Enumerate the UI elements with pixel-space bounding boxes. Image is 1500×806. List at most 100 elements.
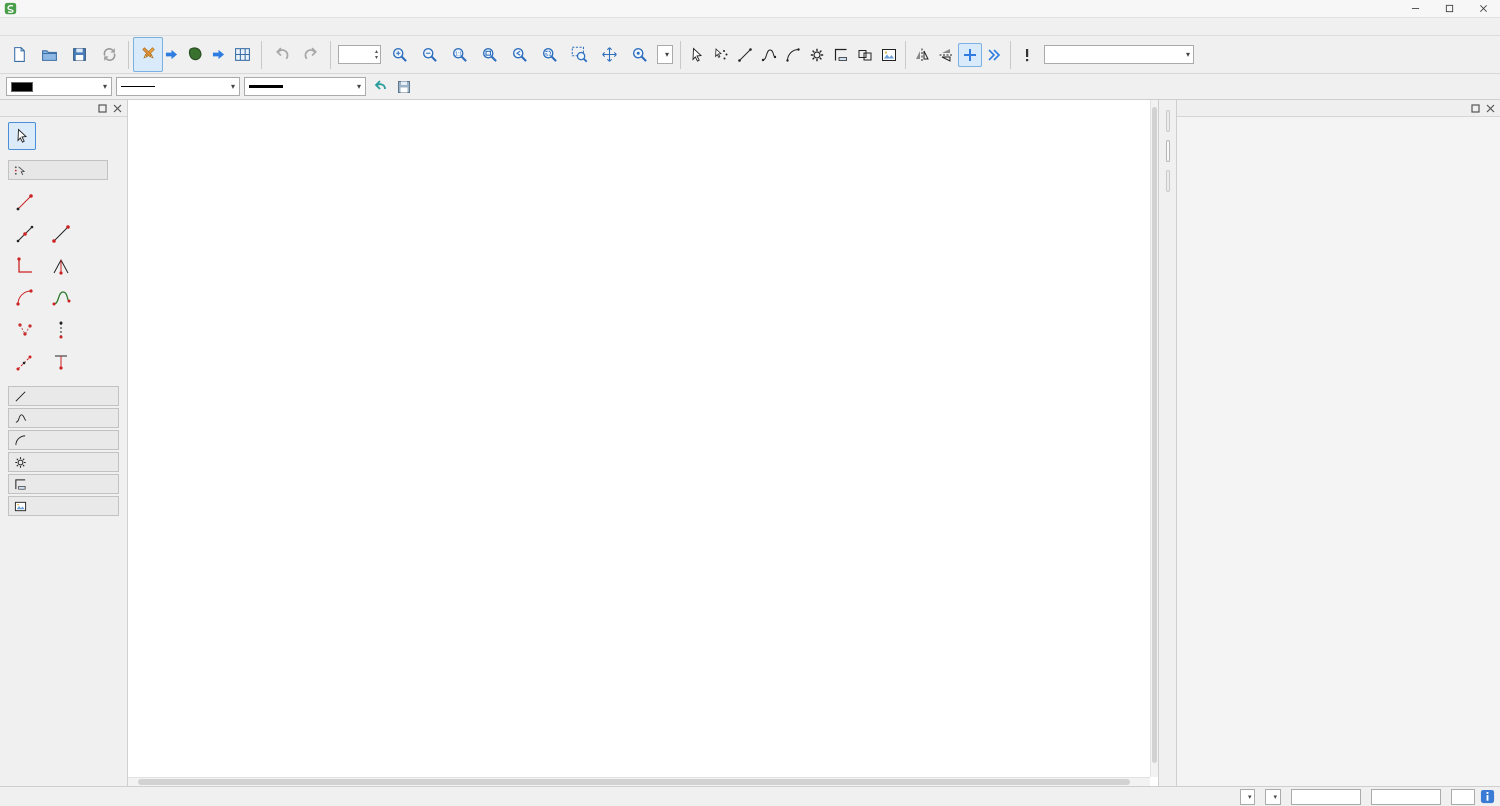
tool-point-shoulder[interactable] (10, 348, 40, 376)
zoom-previous-button[interactable] (504, 37, 534, 72)
info-icon[interactable] (1480, 789, 1495, 804)
zoom-area-button[interactable] (564, 37, 594, 72)
zoom-100-button[interactable]: 1:1 (444, 37, 474, 72)
zoom-out-button[interactable] (414, 37, 444, 72)
drawing-canvas[interactable] (128, 100, 1158, 786)
talla-combo[interactable]: ▾ (1265, 788, 1281, 805)
horizontal-scrollbar-thumb[interactable] (138, 779, 1130, 785)
line-color-combo[interactable]: ▾ (6, 77, 112, 96)
mirror-vertical-icon (939, 48, 953, 62)
group-operaciones-button[interactable] (8, 452, 119, 472)
point-name-combo[interactable]: ▾ (657, 45, 674, 64)
color-swatch (11, 81, 33, 92)
horizontal-scrollbar[interactable] (128, 777, 1150, 786)
menu-historia[interactable] (74, 26, 88, 28)
pieza-mode-button[interactable] (180, 37, 210, 72)
point-tools-button[interactable] (709, 43, 733, 67)
vertical-scrollbar-thumb[interactable] (1152, 106, 1157, 764)
maximize-button[interactable] (1432, 0, 1466, 17)
zoom-point-button[interactable] (624, 37, 654, 72)
minimize-button[interactable] (1398, 0, 1432, 17)
group-linea-button[interactable] (8, 386, 119, 406)
menu-medidas[interactable] (60, 26, 74, 28)
apply-arrow-button[interactable] (370, 77, 390, 97)
issues-button[interactable] (1015, 43, 1039, 67)
nuevo-button[interactable] (4, 37, 34, 72)
tool-point-height[interactable] (46, 348, 76, 376)
vertical-scrollbar[interactable] (1150, 100, 1158, 777)
tool-point-arc[interactable] (10, 284, 40, 312)
menu-editar[interactable] (18, 26, 32, 28)
double-chevron-icon (988, 48, 1001, 61)
guardar-button[interactable] (64, 37, 94, 72)
arc-tools-button[interactable] (781, 43, 805, 67)
close-panel-icon[interactable] (111, 102, 123, 114)
titlebar (0, 0, 1500, 18)
zoom-selected-button[interactable] (534, 37, 564, 72)
borrador-mode-button[interactable] (133, 37, 163, 72)
tool-point-bisector[interactable] (46, 252, 76, 280)
group-pieza-button[interactable] (8, 474, 119, 494)
piece-tools-button[interactable] (829, 43, 853, 67)
float-panel-icon[interactable] (1469, 102, 1481, 114)
float-panel-icon[interactable] (96, 102, 108, 114)
tab-administrador-de-grupos[interactable] (1165, 110, 1170, 132)
close-button[interactable] (1466, 0, 1500, 17)
tool-point-vertical[interactable] (46, 316, 76, 344)
maquetacion-mode-button[interactable] (227, 37, 257, 72)
tool-point-line-endpoints[interactable] (46, 220, 76, 248)
menu-ayuda[interactable] (102, 26, 116, 28)
zoom-fit-button[interactable] (474, 37, 504, 72)
mirror-horizontal-button[interactable] (910, 43, 934, 67)
selector-tool-button[interactable] (8, 122, 36, 150)
tool-point-normal[interactable] (10, 252, 40, 280)
arrow-tool-button[interactable] (685, 43, 709, 67)
line-tools-button[interactable] (733, 43, 757, 67)
union-tools-button[interactable] (853, 43, 877, 67)
group-curva-button[interactable] (8, 408, 119, 428)
zoom-fit-icon (481, 46, 498, 63)
close-panel-icon[interactable] (1484, 102, 1496, 114)
zoom-original-icon: 1:1 (451, 46, 468, 63)
menu-vista[interactable] (32, 26, 46, 28)
curve-tools-button[interactable] (757, 43, 781, 67)
point-tools-grid (10, 188, 127, 376)
app-logo-icon (4, 2, 17, 15)
chevron-down-icon: ▾ (230, 82, 235, 91)
abrir-button[interactable] (34, 37, 64, 72)
operations-tools-button[interactable] (805, 43, 829, 67)
separator (905, 40, 907, 69)
tab-editor-de-propiedades[interactable] (1165, 140, 1170, 162)
font-combo[interactable]: ▾ (1044, 45, 1195, 64)
spinner-arrows-icon[interactable]: ▴ ▾ (375, 49, 378, 61)
layout-grid-icon (234, 46, 251, 63)
menu-utilidades[interactable] (88, 26, 102, 28)
pan-button[interactable] (594, 37, 624, 72)
rehacer-button[interactable] (296, 37, 326, 72)
tool-point-length-angle[interactable] (10, 188, 40, 216)
move-tool-button[interactable] (958, 42, 983, 67)
image-tools-button[interactable] (877, 43, 901, 67)
sincronizar-button[interactable] (94, 37, 124, 72)
zoom-level-spinbox[interactable]: ▴ ▾ (338, 45, 382, 64)
zoom-in-button[interactable] (384, 37, 414, 72)
save-style-button[interactable] (394, 77, 414, 97)
group-imagenes-button[interactable] (8, 496, 119, 516)
deshacer-button[interactable] (266, 37, 296, 72)
tool-point-curve[interactable] (46, 284, 76, 312)
tab-paginas-de-maquetacion[interactable] (1165, 170, 1170, 192)
punto-section-button[interactable] (8, 160, 108, 180)
show-next-button[interactable] (982, 43, 1006, 67)
line-width-combo[interactable]: ▾ (244, 77, 366, 96)
pattern-drawing[interactable] (128, 100, 1158, 776)
altura-combo[interactable]: ▾ (1239, 788, 1256, 805)
menu-herramientas[interactable] (46, 26, 60, 28)
tool-point-intersect[interactable] (10, 316, 40, 344)
pan-icon (601, 46, 618, 63)
tool-point-along-line[interactable] (10, 220, 40, 248)
group-arco-button[interactable] (8, 430, 119, 450)
properties-panel (1176, 100, 1500, 786)
menu-archivo[interactable] (4, 26, 18, 28)
line-type-combo[interactable]: ▾ (116, 77, 240, 96)
mirror-vertical-button[interactable] (934, 43, 958, 67)
